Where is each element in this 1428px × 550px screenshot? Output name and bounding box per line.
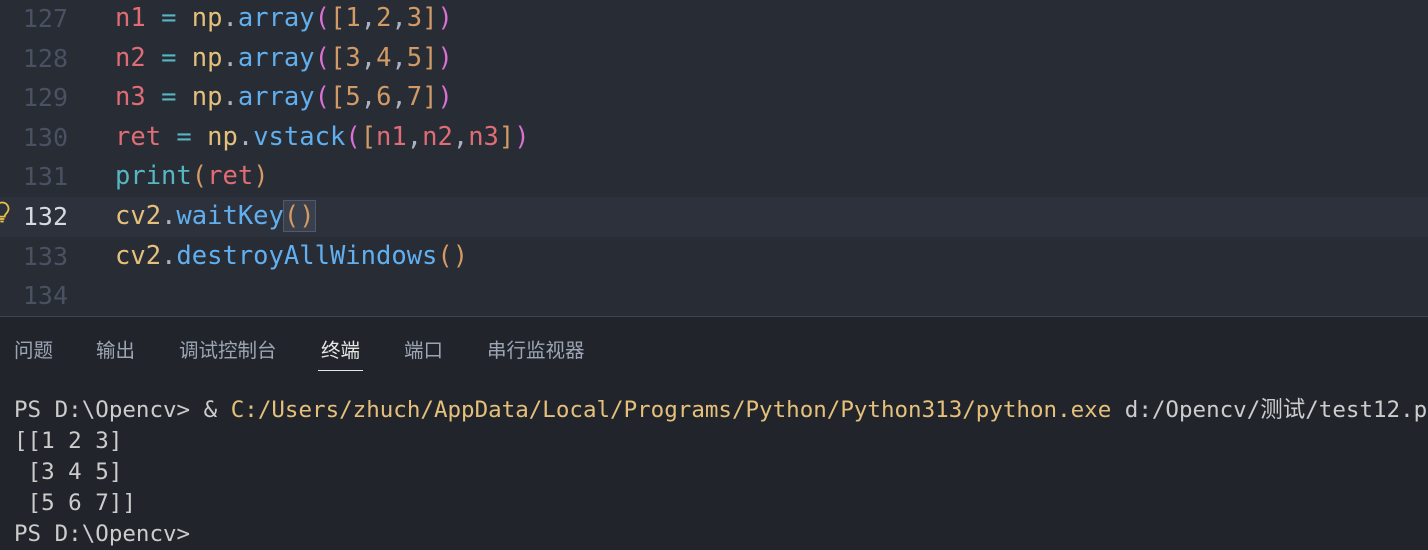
terminal-amp: & [203, 397, 231, 423]
tab-output[interactable]: 输出 [96, 336, 135, 370]
code-line[interactable]: 131 print(ret) [0, 157, 1428, 197]
code-editor[interactable]: 127 n1 = np.array([1,2,3]) 128 n2 = np.a… [0, 0, 1428, 316]
terminal-output-line: [3 4 5] [14, 459, 123, 485]
terminal-final-prompt[interactable]: PS D:\Opencv> [14, 519, 1424, 550]
line-number: 127 [22, 4, 68, 33]
terminal-output-line: [5 6 7]] [14, 490, 136, 516]
tab-serial-monitor[interactable]: 串行监视器 [487, 336, 585, 370]
code-line[interactable]: 134 [0, 276, 1428, 316]
code-text[interactable]: print(ret) [115, 157, 269, 197]
code-line[interactable]: 129 n3 = np.array([5,6,7]) [0, 78, 1428, 118]
code-line[interactable]: 133 cv2.destroyAllWindows() [0, 237, 1428, 277]
tab-terminal[interactable]: 终端 [318, 336, 364, 371]
code-line[interactable]: 127 n1 = np.array([1,2,3]) [0, 0, 1428, 39]
code-text[interactable]: n1 = np.array([1,2,3]) [115, 0, 453, 39]
line-number: 131 [22, 162, 68, 192]
terminal-output-line: [[1 2 3] [14, 428, 123, 454]
terminal-exe-path: C:/Users/zhuch/AppData/Local/Programs/Py… [230, 397, 1112, 423]
line-number: 134 [22, 281, 68, 311]
tab-debug-console[interactable]: 调试控制台 [179, 336, 277, 370]
code-text[interactable]: n2 = np.array([3,4,5]) [115, 39, 453, 79]
line-number: 133 [22, 241, 68, 271]
code-text[interactable]: n3 = np.array([5,6,7]) [115, 78, 453, 118]
line-number: 130 [22, 122, 68, 152]
terminal-script-arg: d:/Opencv/测试/test12.py [1111, 397, 1428, 423]
code-line-current[interactable]: 132 cv2.waitKey() [0, 197, 1428, 237]
code-line[interactable]: 130 ret = np.vstack([n1,n2,n3]) [0, 118, 1428, 158]
line-number: 129 [22, 83, 68, 113]
tab-problems[interactable]: 问题 [14, 336, 53, 370]
terminal-prompt: PS D:\Opencv> [14, 397, 204, 423]
terminal-command-line: PS D:\Opencv> & C:/Users/zhuch/AppData/L… [14, 395, 1428, 426]
line-number: 132 [22, 202, 68, 231]
code-text[interactable]: cv2.destroyAllWindows() [115, 237, 468, 277]
code-text[interactable]: cv2.waitKey() [115, 197, 316, 237]
terminal-output[interactable]: PS D:\Opencv> & C:/Users/zhuch/AppData/L… [14, 395, 1428, 550]
line-number: 128 [22, 43, 68, 73]
panel-tabs: 问题 输出 调试控制台 终端 端口 串行监视器 [0, 317, 1428, 379]
bottom-panel: 问题 输出 调试控制台 终端 端口 串行监视器 PS D:\Opencv> & … [0, 316, 1428, 550]
tab-ports[interactable]: 端口 [404, 336, 443, 370]
code-line[interactable]: 128 n2 = np.array([3,4,5]) [0, 39, 1428, 79]
code-text[interactable]: ret = np.vstack([n1,n2,n3]) [115, 118, 530, 158]
